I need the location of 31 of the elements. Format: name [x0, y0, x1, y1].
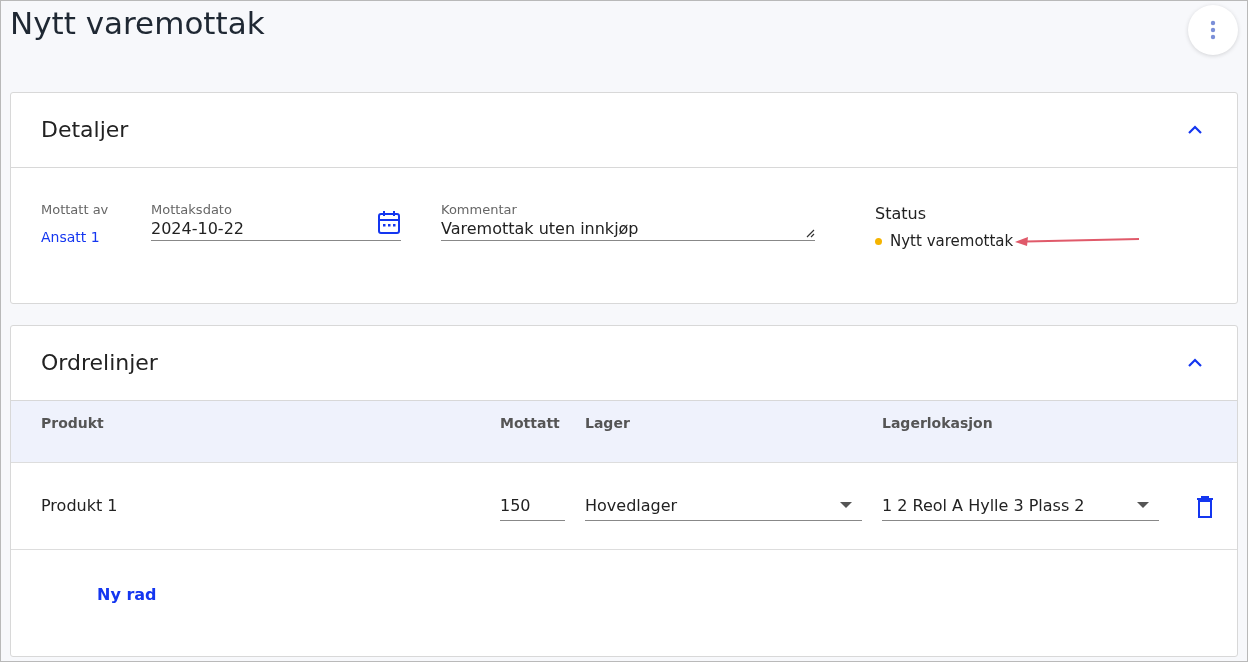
caret-icon: [840, 502, 852, 509]
comment-value: Varemottak uten innkjøp: [441, 218, 639, 240]
field-label: Status: [875, 203, 927, 225]
warehouse-select[interactable]: Hovedlager: [585, 491, 862, 521]
select-value: 1 2 Reol A Hylle 3 Plass 2: [882, 494, 1085, 517]
add-row-button[interactable]: Ny rad: [91, 582, 163, 608]
chevron-up-icon: [1187, 358, 1203, 368]
product-cell-text: Produkt 1: [41, 495, 119, 517]
column-header: Lager: [585, 414, 631, 433]
section-title: Ordrelinjer: [41, 349, 158, 377]
trash-icon: [1196, 495, 1214, 518]
field-label: Kommentar: [441, 202, 518, 218]
field-label: Mottatt av: [41, 202, 110, 218]
column-header: Produkt: [41, 414, 105, 433]
status-value: Nytt varemottak: [890, 231, 1014, 252]
comment-field[interactable]: Varemottak uten innkjøp: [441, 218, 815, 241]
column-header: Mottatt: [500, 414, 561, 433]
delete-button[interactable]: [1196, 495, 1214, 518]
location-select[interactable]: 1 2 Reol A Hylle 3 Plass 2: [882, 491, 1159, 521]
resize-handle-icon: [806, 229, 815, 240]
quantity-value: 150: [500, 496, 531, 515]
column-header: Lagerlokasjon: [882, 414, 994, 433]
more-icon: [1210, 20, 1216, 40]
page-title: Nytt varemottak: [10, 5, 265, 43]
quantity-field[interactable]: 150: [500, 491, 565, 521]
chevron-up-icon: [1187, 125, 1203, 135]
date-value: 2024-10-22: [151, 218, 244, 240]
employee-link[interactable]: Ansatt 1: [41, 226, 100, 248]
section-title: Detaljer: [41, 116, 129, 144]
select-value: Hovedlager: [585, 494, 678, 517]
caret-icon: [1137, 502, 1149, 509]
